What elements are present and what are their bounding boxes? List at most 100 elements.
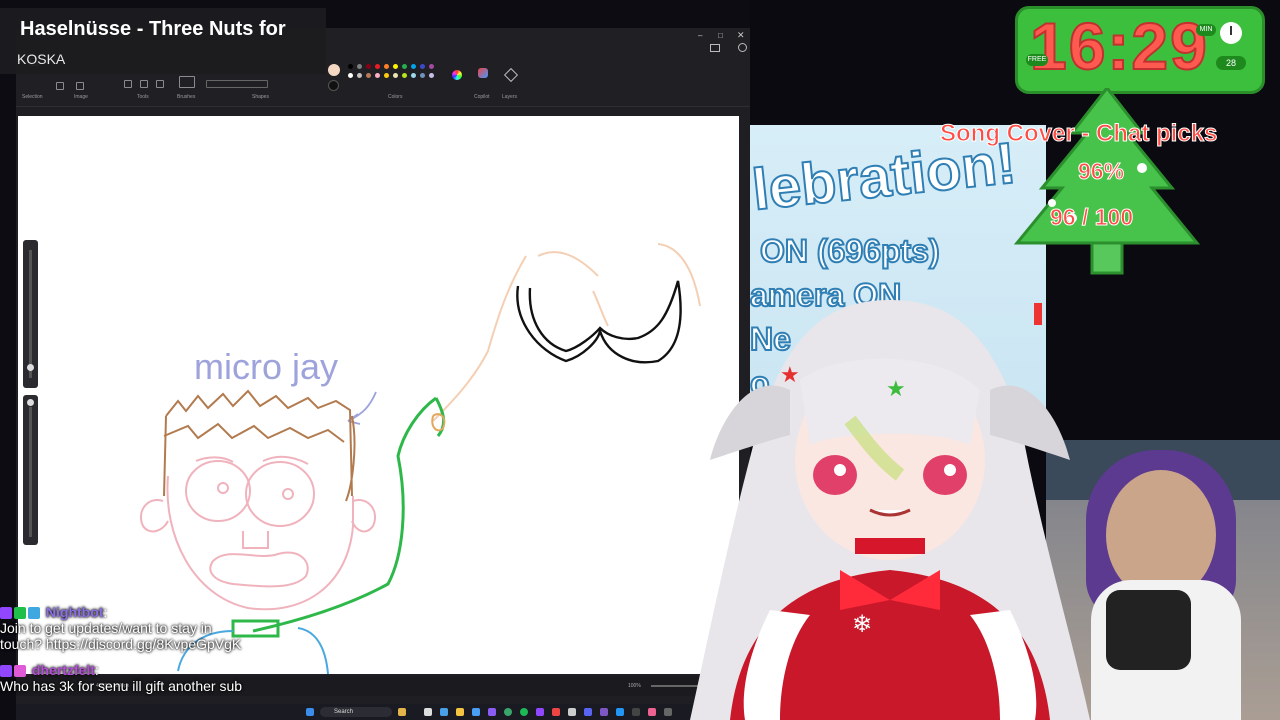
heart-badge-icon <box>14 665 26 677</box>
palette-swatch[interactable] <box>384 73 389 78</box>
left-pupil <box>217 482 229 494</box>
app-icon[interactable] <box>664 708 672 716</box>
palette-swatch[interactable] <box>402 73 407 78</box>
palette-swatch[interactable] <box>375 73 380 78</box>
right-ear <box>351 499 376 533</box>
edit-colors-icon[interactable] <box>452 70 462 80</box>
ribbon-label-brushes: Brushes <box>177 94 196 100</box>
palette-swatch[interactable] <box>384 64 389 69</box>
app-icon[interactable] <box>440 708 448 716</box>
app-icon[interactable] <box>616 708 624 716</box>
chrome-icon[interactable] <box>504 708 512 716</box>
palette-swatch[interactable] <box>357 73 362 78</box>
moderator-badge-icon <box>14 607 26 619</box>
status-zoom[interactable]: 100% <box>628 683 641 689</box>
pencil-icon[interactable] <box>124 80 132 88</box>
clock-hand <box>1230 26 1232 35</box>
face-outline <box>166 475 354 611</box>
maximize-icon[interactable]: □ <box>718 31 723 40</box>
song-title: Haselnüsse - Three Nuts for <box>20 18 286 40</box>
stream-timer: 16:29 <box>1029 8 1209 84</box>
green-star-icon: ★ <box>886 377 906 402</box>
minimize-icon[interactable]: – <box>698 31 702 40</box>
chat-username[interactable]: Nightbot <box>46 604 104 620</box>
taskbar-search[interactable]: Search <box>320 707 392 717</box>
app-icon[interactable] <box>600 708 608 716</box>
song-cover-goal-count: 96 / 100 <box>1049 204 1134 231</box>
ribbon-label-tools: Tools <box>137 94 149 100</box>
twitch-icon[interactable] <box>536 708 544 716</box>
palette-swatch[interactable] <box>393 73 398 78</box>
settings-icon[interactable] <box>738 43 747 52</box>
active-color-swatch[interactable] <box>328 64 340 76</box>
timer-left-badge: FREE <box>1026 54 1048 66</box>
file-explorer-icon[interactable] <box>398 708 406 716</box>
palette-swatch[interactable] <box>348 73 353 78</box>
spotify-icon[interactable] <box>520 708 528 716</box>
chat-message-text: Join to get updates/want to stay in touc… <box>0 620 242 652</box>
sketch-center-line <box>592 290 609 327</box>
crop-icon[interactable] <box>56 82 64 90</box>
canvas-handwritten-label: micro jay <box>194 346 338 387</box>
palette-swatch[interactable] <box>411 64 416 69</box>
secondary-color-swatch[interactable] <box>328 80 339 91</box>
palette-swatch[interactable] <box>420 64 425 69</box>
app-icon[interactable] <box>552 708 560 716</box>
app-icon[interactable] <box>568 708 576 716</box>
app-icon[interactable] <box>472 708 480 716</box>
sub-badge-icon <box>0 665 12 677</box>
fill-icon[interactable] <box>140 80 148 88</box>
palette-swatch[interactable] <box>420 73 425 78</box>
ribbon-label-image: Image <box>74 94 88 100</box>
windows-start-icon[interactable] <box>306 708 314 716</box>
mouth <box>209 551 309 588</box>
app-icon[interactable] <box>632 708 640 716</box>
discord-icon[interactable] <box>584 708 592 716</box>
song-cover-goal-label: Song Cover - Chat picks <box>939 120 1218 148</box>
opacity-slider[interactable] <box>23 395 38 545</box>
hair-drawing <box>163 389 356 502</box>
app-icon[interactable] <box>488 708 496 716</box>
share-icon[interactable] <box>710 44 720 52</box>
brush-icon[interactable] <box>179 76 195 88</box>
ribbon-label-shapes: Shapes <box>252 94 269 100</box>
app-icon[interactable] <box>648 708 656 716</box>
snowflake-icon: ❄ <box>852 610 872 638</box>
chat-username[interactable]: dhertzfelt <box>32 662 95 678</box>
drawing-canvas[interactable]: micro jay <box>18 116 739 674</box>
avatar-left-eye-shine <box>834 464 846 476</box>
app-icon[interactable] <box>456 708 464 716</box>
opacity-track <box>29 407 32 537</box>
palette-swatch[interactable] <box>366 73 371 78</box>
palette-swatch[interactable] <box>393 64 398 69</box>
timer-bottom-badge: 28 <box>1216 56 1246 70</box>
brush-size-thumb[interactable] <box>27 364 34 371</box>
palette-swatch[interactable] <box>429 73 434 78</box>
brush-size-track <box>29 250 32 378</box>
shapes-gallery[interactable] <box>206 80 268 88</box>
magnifier-icon[interactable] <box>156 80 164 88</box>
palette-swatch[interactable] <box>402 64 407 69</box>
palette-swatch[interactable] <box>366 64 371 69</box>
palette-swatch[interactable] <box>375 64 380 69</box>
vtuber-avatar: ★ ★ ❄ <box>690 300 1090 720</box>
palette-swatch[interactable] <box>411 73 416 78</box>
palette-swatch[interactable] <box>429 64 434 69</box>
chat-overlay: Nightbot: Join to get updates/want to st… <box>0 604 300 694</box>
copilot-icon[interactable] <box>478 68 488 78</box>
sketch-shoulder-line <box>537 251 599 277</box>
palette-swatch[interactable] <box>348 64 353 69</box>
app-icon[interactable] <box>424 708 432 716</box>
bot-badge-icon <box>28 607 40 619</box>
rotate-icon[interactable] <box>76 82 84 90</box>
green-arm <box>252 396 446 633</box>
chat-message: dhertzfelt: <box>0 662 300 678</box>
red-marker <box>1034 303 1042 325</box>
close-icon[interactable]: ✕ <box>737 30 745 41</box>
black-drawing-shape <box>516 280 682 364</box>
palette-swatch[interactable] <box>357 64 362 69</box>
opacity-thumb[interactable] <box>27 399 34 406</box>
avatar-right-eye <box>923 455 967 495</box>
brush-size-slider[interactable] <box>23 240 38 388</box>
layers-icon[interactable] <box>503 67 519 83</box>
